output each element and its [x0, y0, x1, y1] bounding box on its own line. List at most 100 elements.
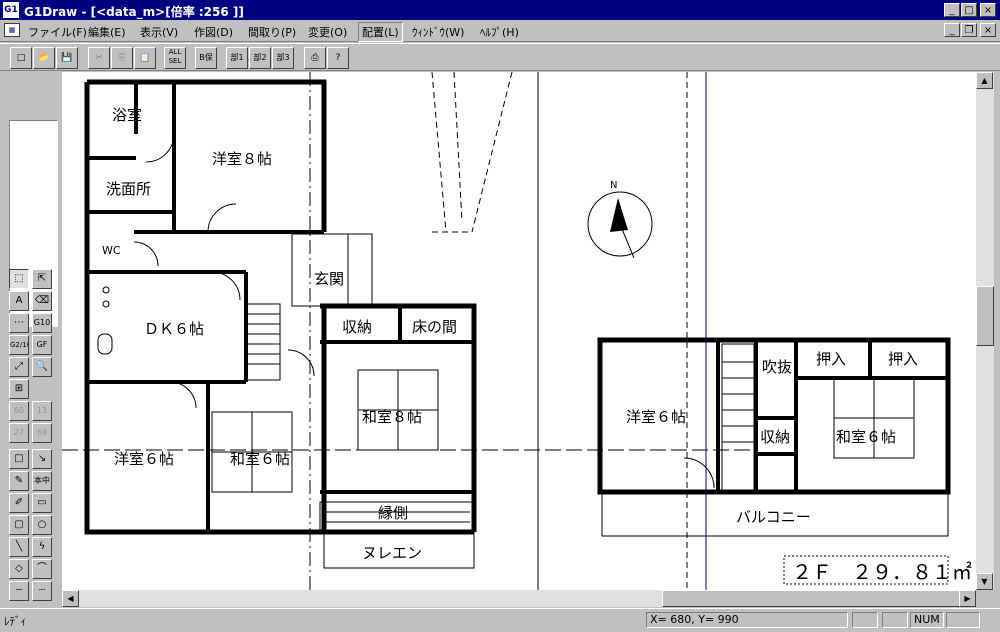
- menu-modify[interactable]: 変更(O): [308, 24, 347, 40]
- move-tool[interactable]: ⇱: [32, 269, 52, 289]
- dashed-line-tool[interactable]: ┄: [9, 581, 29, 601]
- cut-button[interactable]: ✂: [88, 47, 110, 69]
- floor-area-label: ２Ｆ ２９．８１㎡: [792, 560, 972, 584]
- coordinate-readout: X= 680, Y= 990: [646, 612, 848, 628]
- grid-half-tool[interactable]: G2/10: [9, 335, 29, 355]
- rectangle-tool[interactable]: □: [9, 449, 29, 469]
- brush-tool[interactable]: ✐: [9, 493, 29, 513]
- room-japanese-6b: 和室６帖: [836, 428, 896, 446]
- doc-minimize-button[interactable]: _: [944, 23, 960, 37]
- status-text: ﾚﾃﾞｨ: [4, 615, 26, 628]
- zoom-in-tool[interactable]: ⊞: [9, 379, 29, 399]
- room-storage-1: 収納: [342, 318, 372, 336]
- horizontal-scroll-thumb[interactable]: [662, 590, 962, 607]
- menu-view[interactable]: 表示(V): [140, 24, 178, 40]
- room-western-6b: 洋室６帖: [626, 408, 686, 426]
- box-tool[interactable]: ▭: [32, 493, 52, 513]
- num-lock-indicator: NUM: [910, 612, 944, 628]
- room-closet-2: 押入: [888, 350, 918, 368]
- select-all-button[interactable]: ALL SEL: [164, 47, 186, 69]
- doc-restore-button[interactable]: ❐: [961, 23, 977, 37]
- room-bath: 浴室: [112, 106, 142, 124]
- vertical-scrollbar[interactable]: ▲ ▼: [976, 72, 994, 590]
- app-icon[interactable]: G1: [3, 2, 19, 18]
- save-button[interactable]: 💾: [56, 47, 78, 69]
- menu-edit[interactable]: 編集(E): [88, 24, 126, 40]
- status-panel-empty-2: [882, 612, 908, 628]
- curve-tool[interactable]: ⌒: [32, 559, 52, 579]
- b-save-button[interactable]: B保: [195, 47, 217, 69]
- room-western-8: 洋室８帖: [212, 150, 272, 168]
- grid-tool[interactable]: ⋯: [9, 313, 29, 333]
- part1-button[interactable]: 部1: [226, 47, 248, 69]
- paste-button[interactable]: 📋: [134, 47, 156, 69]
- scroll-down-button[interactable]: ▼: [976, 573, 993, 590]
- bolt-line-tool[interactable]: ϟ: [32, 537, 52, 557]
- floor-plan-drawing[interactable]: N 浴室 洋室８帖 洗面所 WC 玄関 ＤＫ６帖 収納 床の間 和室８帖 洋室６…: [62, 72, 976, 590]
- menu-help[interactable]: ﾍﾙﾌﾟ(H): [480, 24, 519, 40]
- snap13-tool[interactable]: 13: [32, 401, 52, 421]
- scroll-up-button[interactable]: ▲: [976, 72, 993, 89]
- zoom-tool[interactable]: 🔍: [32, 357, 52, 377]
- room-japanese-6a: 和室６帖: [230, 450, 290, 468]
- open-folder-button[interactable]: 📂: [33, 47, 55, 69]
- room-nuren: ヌレエン: [362, 544, 422, 562]
- text-tool[interactable]: A: [9, 291, 29, 311]
- room-tokonoma: 床の間: [412, 318, 457, 336]
- window-title: G1Draw - [<data_m>[倍率 :256 ]]: [24, 5, 244, 19]
- part2-button[interactable]: 部2: [249, 47, 271, 69]
- document-icon[interactable]: ▦: [4, 23, 20, 37]
- zoom-fit-tool[interactable]: ⤢: [9, 357, 29, 377]
- room-engawa: 縁側: [378, 504, 408, 522]
- close-button[interactable]: ×: [980, 3, 996, 17]
- room-dk-6: ＤＫ６帖: [144, 320, 204, 338]
- menu-draw[interactable]: 作図(D): [194, 24, 233, 40]
- line-tool[interactable]: ╲: [9, 537, 29, 557]
- arrow-tool[interactable]: ↘: [32, 449, 52, 469]
- menu-floorplan[interactable]: 間取り(P): [248, 24, 296, 40]
- scroll-right-button[interactable]: ▶: [959, 590, 976, 607]
- kozu-tool[interactable]: 本中: [32, 471, 52, 491]
- dotted-line-tool[interactable]: ┈: [32, 581, 52, 601]
- toolbar: □ 📂 💾 ✂ ⎘ 📋 ALL SEL B保 部1 部2 部3 ⎙ ?: [0, 43, 1000, 71]
- part3-button[interactable]: 部3: [272, 47, 294, 69]
- room-closet-1: 押入: [816, 350, 846, 368]
- vertical-scroll-thumb[interactable]: [976, 286, 994, 346]
- help-button[interactable]: ?: [327, 47, 349, 69]
- room-washroom: 洗面所: [106, 180, 151, 198]
- doc-close-button[interactable]: ×: [980, 23, 996, 37]
- snap27-tool[interactable]: 27: [9, 423, 29, 443]
- select-tool[interactable]: ⬚: [9, 269, 29, 289]
- status-panel-empty-1: [852, 612, 878, 628]
- print-button[interactable]: ⎙: [304, 47, 326, 69]
- room-storage-2: 収納: [760, 428, 790, 446]
- ellipse-tool[interactable]: ○: [32, 515, 52, 535]
- menu-window[interactable]: ｳｨﾝﾄﾞｳ(W): [412, 24, 464, 40]
- room-wc: WC: [102, 244, 121, 257]
- compass-rose: [587, 191, 653, 259]
- pen-tool[interactable]: ✎: [9, 471, 29, 491]
- snap69-tool[interactable]: 69: [32, 423, 52, 443]
- room-japanese-8: 和室８帖: [362, 408, 422, 426]
- menu-layout[interactable]: 配置(L): [358, 22, 403, 42]
- grid10-tool[interactable]: G10: [32, 313, 52, 333]
- status-bar: ﾚﾃﾞｨ X= 680, Y= 990 NUM: [0, 608, 1000, 632]
- room-entrance: 玄関: [314, 270, 344, 288]
- scroll-left-button[interactable]: ◀: [62, 590, 79, 607]
- room-western-6a: 洋室６帖: [114, 450, 174, 468]
- snap60-tool[interactable]: 60: [9, 401, 29, 421]
- eraser-tool[interactable]: ⌫: [32, 291, 52, 311]
- minimize-button[interactable]: _: [944, 3, 960, 17]
- horizontal-scrollbar[interactable]: ◀ ▶: [62, 590, 976, 607]
- drawing-canvas[interactable]: N 浴室 洋室８帖 洗面所 WC 玄関 ＤＫ６帖 収納 床の間 和室８帖 洋室６…: [62, 72, 976, 590]
- copy-button[interactable]: ⎘: [111, 47, 133, 69]
- menu-file[interactable]: ファイル(F): [28, 24, 87, 40]
- title-bar: G1 G1Draw - [<data_m>[倍率 :256 ]] _ □ ×: [0, 0, 1000, 20]
- rounded-rect-tool[interactable]: ▢: [9, 515, 29, 535]
- grid-fine-tool[interactable]: GF: [32, 335, 52, 355]
- polygon-tool[interactable]: ◇: [9, 559, 29, 579]
- maximize-button[interactable]: □: [961, 3, 977, 17]
- menu-bar: ▦ ファイル(F) 編集(E) 表示(V) 作図(D) 間取り(P) 変更(O)…: [0, 20, 1000, 42]
- new-file-button[interactable]: □: [10, 47, 32, 69]
- room-fukinuke: 吹抜: [762, 358, 792, 376]
